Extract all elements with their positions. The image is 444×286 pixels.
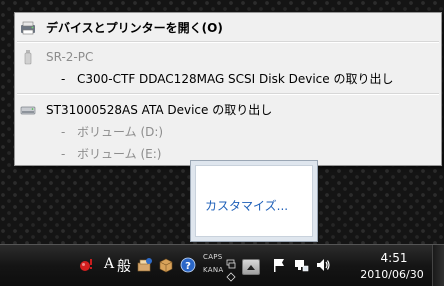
- hard-drive-icon: [20, 102, 36, 118]
- volume-d-item: - ボリューム (D:): [15, 121, 441, 143]
- volume-d-dash: -: [61, 125, 66, 139]
- notification-overflow-panel: カスタマイズ...: [190, 160, 318, 242]
- customize-link[interactable]: カスタマイズ...: [205, 197, 288, 214]
- ime-settings-icon[interactable]: [226, 267, 236, 282]
- ime-tools-icon[interactable]: [137, 257, 153, 273]
- ime-kanji-mode[interactable]: 般: [117, 256, 131, 276]
- action-center-flag-icon[interactable]: [271, 257, 287, 273]
- ime-windows-icon[interactable]: [226, 254, 236, 269]
- ime-input-mode[interactable]: A: [104, 256, 114, 272]
- devices-printers-icon: [20, 20, 36, 36]
- safely-remove-menu: デバイスとプリンターを開く(O) SR-2-PC - C300-CTF DDAC…: [14, 12, 442, 166]
- computer-name-label: SR-2-PC: [46, 50, 94, 64]
- menu-separator: [17, 41, 439, 43]
- volume-e-dash: -: [61, 147, 66, 161]
- caps-lock-indicator: CAPS: [203, 253, 223, 261]
- open-devices-and-printers-item[interactable]: デバイスとプリンターを開く(O): [15, 17, 441, 39]
- package-icon[interactable]: [158, 257, 174, 273]
- eject-c300-label: C300-CTF DDAC128MAG SCSI Disk Device の取り…: [77, 72, 394, 86]
- kana-lock-indicator: KANA: [203, 266, 224, 274]
- taskbar: A 般 ? CAPS KANA 4:51 2010/06/30: [0, 244, 444, 286]
- show-hidden-icons-button[interactable]: [242, 259, 260, 275]
- safely-remove-hardware-icon[interactable]: [293, 257, 309, 273]
- computer-name-item: SR-2-PC: [15, 46, 441, 68]
- clock-time[interactable]: 4:51: [364, 251, 424, 265]
- show-desktop-button[interactable]: [432, 245, 444, 286]
- eject-st-label: ST31000528AS ATA Device の取り出し: [46, 103, 273, 117]
- volume-icon[interactable]: [315, 257, 331, 273]
- eject-st31000528as-item[interactable]: ST31000528AS ATA Device の取り出し: [15, 99, 441, 121]
- menu-separator: [17, 93, 439, 95]
- c300-dash: -: [61, 72, 66, 86]
- clock-date[interactable]: 2010/06/30: [352, 268, 432, 281]
- open-devices-label: デバイスとプリンターを開く(O): [46, 21, 223, 35]
- svg-text:?: ?: [185, 261, 191, 272]
- ime-red-ball-icon[interactable]: [78, 257, 94, 273]
- usb-drive-icon: [20, 49, 36, 65]
- eject-c300-item[interactable]: - C300-CTF DDAC128MAG SCSI Disk Device の…: [15, 68, 441, 90]
- volume-e-label: ボリューム (E:): [77, 147, 162, 161]
- volume-d-label: ボリューム (D:): [77, 125, 164, 139]
- help-icon[interactable]: ?: [180, 257, 196, 273]
